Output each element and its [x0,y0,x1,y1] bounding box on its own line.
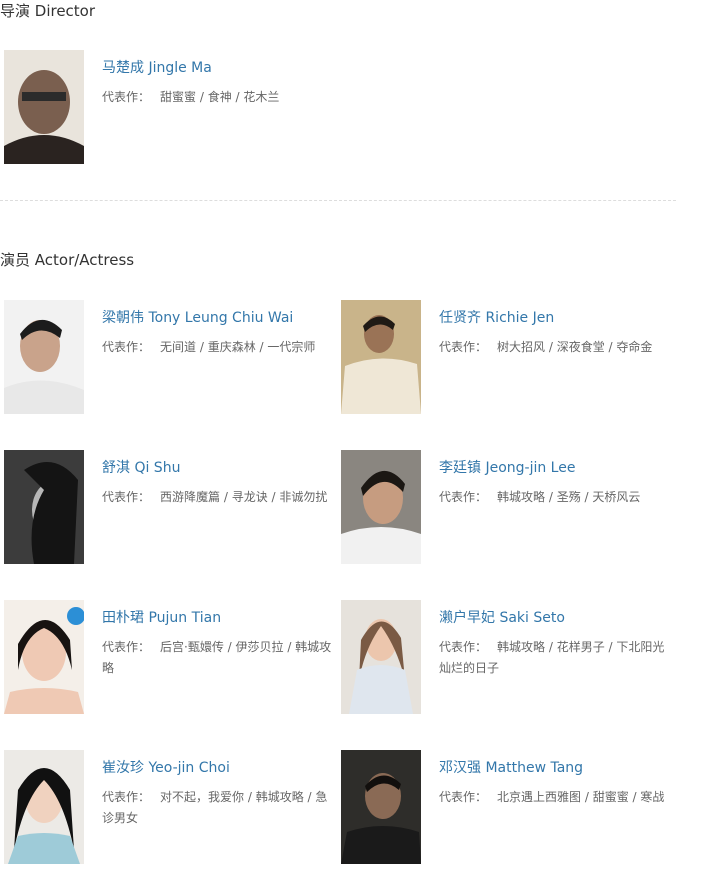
actor-name-link[interactable]: 舒淇 Qi Shu [102,457,180,477]
actor-name-link[interactable]: 崔汝珍 Yeo-jin Choi [102,757,230,777]
actor-representative-works: 代表作： 对不起，我爱你 / 韩城攻略 / 急诊男女 [102,787,338,829]
actor-photo[interactable] [341,300,421,414]
actor-photo[interactable] [341,450,421,564]
actor-name-link[interactable]: 任贤齐 Richie Jen [439,307,554,327]
works-list: 韩城攻略 / 圣殇 / 天桥风云 [497,490,641,504]
actor-name-link[interactable]: 濑户早妃 Saki Seto [439,607,565,627]
actor-representative-works: 代表作： 韩城攻略 / 圣殇 / 天桥风云 [439,487,675,508]
works-label: 代表作： [102,90,151,104]
actor-card: 崔汝珍 Yeo-jin Choi 代表作： 对不起，我爱你 / 韩城攻略 / 急诊… [0,750,336,866]
actor-section-title: 演员 Actor/Actress [0,251,135,269]
works-label: 代表作： [102,640,151,654]
actor-photo[interactable] [4,600,84,714]
actor-photo[interactable] [341,750,421,864]
actor-photo[interactable] [4,450,84,564]
works-label: 代表作： [439,790,488,804]
actor-photo[interactable] [4,300,84,414]
works-label: 代表作： [439,640,488,654]
works-list: 树大招风 / 深夜食堂 / 夺命金 [497,340,653,354]
actor-representative-works: 代表作： 西游降魔篇 / 寻龙诀 / 非诚勿扰 [102,487,338,508]
works-label: 代表作： [439,340,488,354]
works-label: 代表作： [102,340,151,354]
director-card: 马楚成 Jingle Ma 代表作： 甜蜜蜜 / 食神 / 花木兰 [0,50,336,166]
actor-card: 田朴珺 Pujun Tian 代表作： 后宫·甄嬛传 / 伊莎贝拉 / 韩城攻略 [0,600,336,716]
director-name-link[interactable]: 马楚成 Jingle Ma [102,57,212,77]
works-list: 北京遇上西雅图 / 甜蜜蜜 / 寒战 [497,790,665,804]
actor-representative-works: 代表作： 后宫·甄嬛传 / 伊莎贝拉 / 韩城攻略 [102,637,338,679]
actor-card: 邓汉强 Matthew Tang 代表作： 北京遇上西雅图 / 甜蜜蜜 / 寒战 [337,750,673,866]
actor-representative-works: 代表作： 无间道 / 重庆森林 / 一代宗师 [102,337,338,358]
works-label: 代表作： [102,490,151,504]
actor-card: 梁朝伟 Tony Leung Chiu Wai 代表作： 无间道 / 重庆森林 /… [0,300,336,416]
actor-card: 任贤齐 Richie Jen 代表作： 树大招风 / 深夜食堂 / 夺命金 [337,300,673,416]
actor-name-link[interactable]: 邓汉强 Matthew Tang [439,757,583,777]
actor-photo[interactable] [341,600,421,714]
works-list: 甜蜜蜜 / 食神 / 花木兰 [160,90,280,104]
director-section-title: 导演 Director [0,2,96,20]
works-label: 代表作： [102,790,151,804]
works-list: 无间道 / 重庆森林 / 一代宗师 [160,340,316,354]
actor-name-link[interactable]: 梁朝伟 Tony Leung Chiu Wai [102,307,293,327]
actor-card: 舒淇 Qi Shu 代表作： 西游降魔篇 / 寻龙诀 / 非诚勿扰 [0,450,336,566]
actor-card: 濑户早妃 Saki Seto 代表作： 韩城攻略 / 花样男子 / 下北阳光灿烂的… [337,600,673,716]
actor-representative-works: 代表作： 韩城攻略 / 花样男子 / 下北阳光灿烂的日子 [439,637,675,679]
actor-representative-works: 代表作： 树大招风 / 深夜食堂 / 夺命金 [439,337,675,358]
section-divider [0,200,676,201]
actor-card: 李廷镇 Jeong-jin Lee 代表作： 韩城攻略 / 圣殇 / 天桥风云 [337,450,673,566]
works-label: 代表作： [439,490,488,504]
actor-name-link[interactable]: 李廷镇 Jeong-jin Lee [439,457,575,477]
actor-name-link[interactable]: 田朴珺 Pujun Tian [102,607,221,627]
works-list: 西游降魔篇 / 寻龙诀 / 非诚勿扰 [160,490,328,504]
actor-representative-works: 代表作： 北京遇上西雅图 / 甜蜜蜜 / 寒战 [439,787,675,808]
director-representative-works: 代表作： 甜蜜蜜 / 食神 / 花木兰 [102,87,338,108]
director-photo[interactable] [4,50,84,164]
actor-photo[interactable] [4,750,84,864]
